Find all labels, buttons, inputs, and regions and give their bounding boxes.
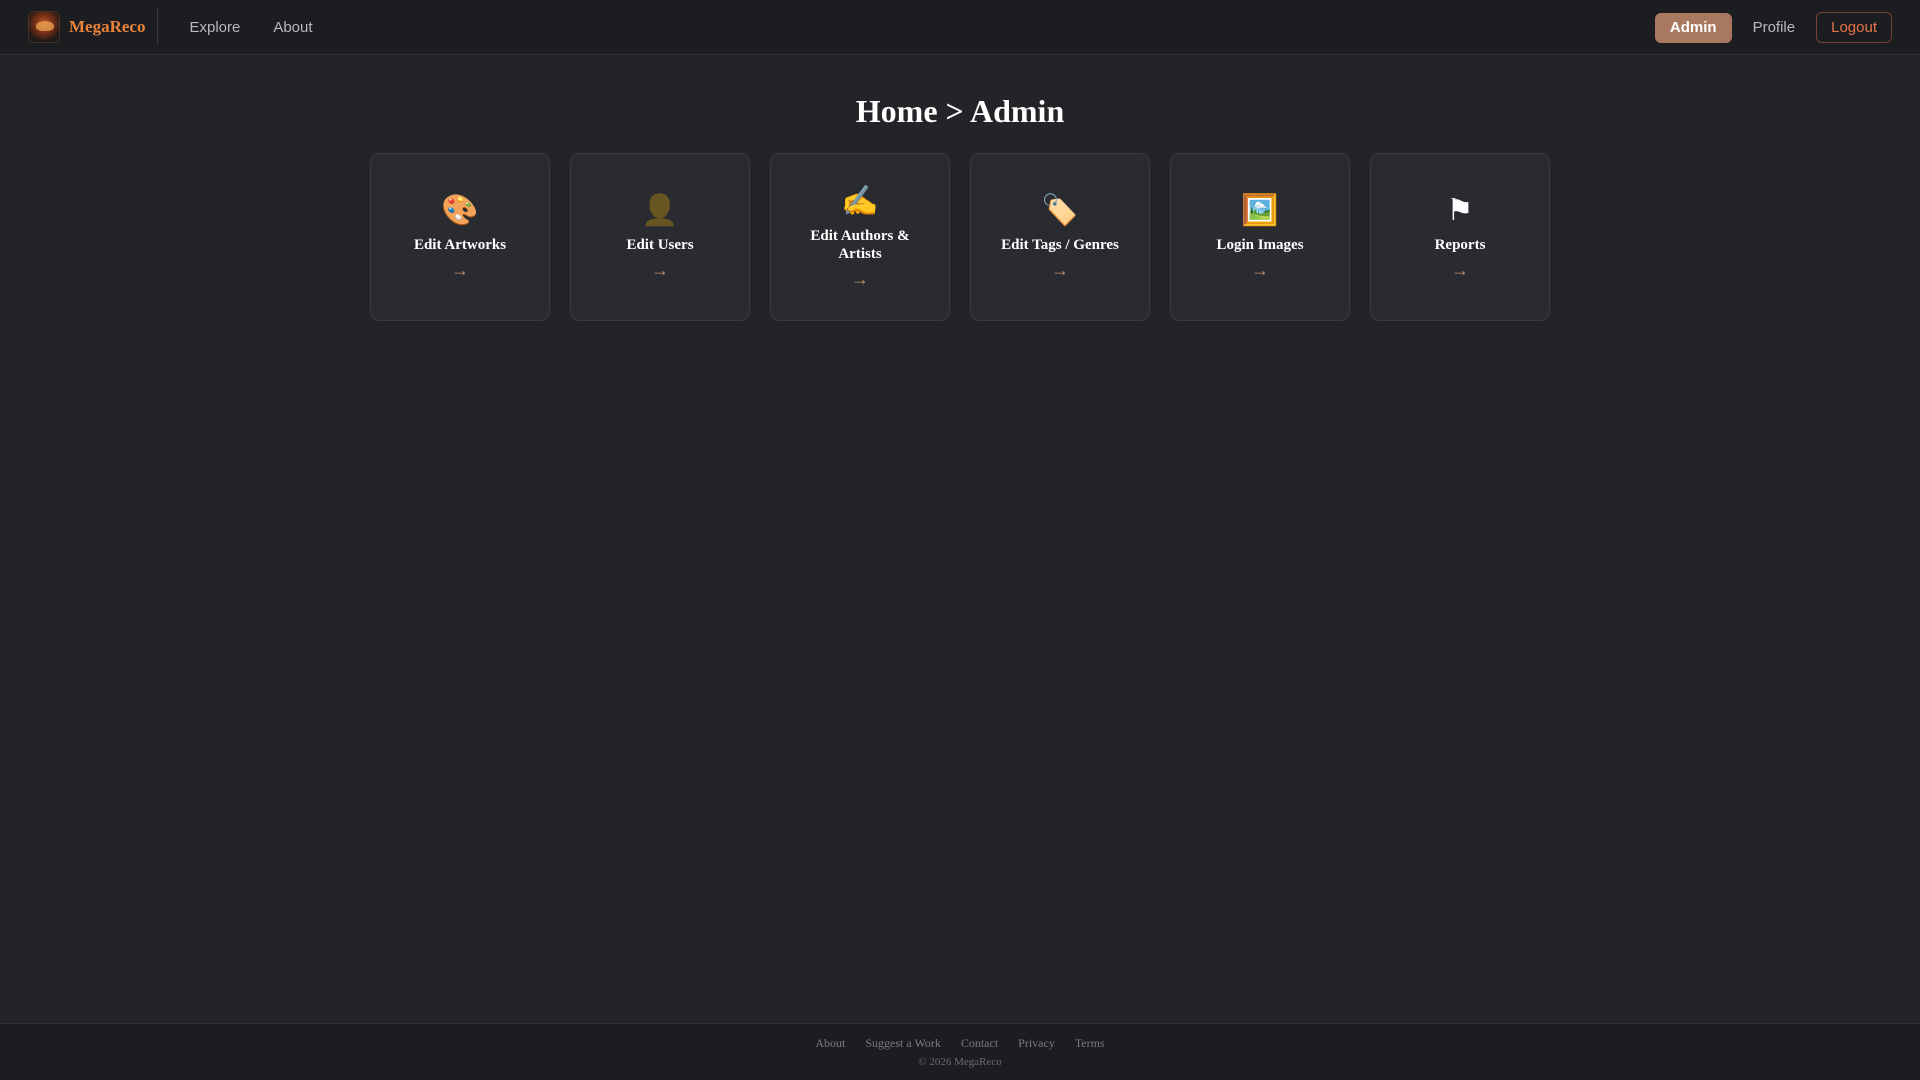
framed-picture-icon: 🖼️ [1241, 193, 1279, 227]
copyright: © 2026 MegaReco [918, 1056, 1002, 1068]
footer-link-privacy[interactable]: Privacy [1018, 1036, 1055, 1051]
nav-about-link[interactable]: About [273, 19, 312, 36]
card-edit-tags-genres[interactable]: 🏷️ Edit Tags / Genres → [970, 153, 1150, 321]
page-title: Home > Admin [855, 93, 1065, 129]
card-label: Edit Tags / Genres [1001, 236, 1119, 253]
card-label: Edit Users [626, 236, 694, 253]
writing-hand-icon: ✍️ [841, 184, 879, 218]
footer-link-terms[interactable]: Terms [1075, 1036, 1105, 1051]
flag-icon: ⚑ [1446, 193, 1474, 227]
card-label: Reports [1434, 236, 1486, 253]
top-navbar: MegaReco Explore About Admin Profile Log… [0, 0, 1920, 55]
card-edit-authors-artists[interactable]: ✍️ Edit Authors & Artists → [770, 153, 950, 321]
card-label: Edit Authors & Artists [810, 227, 910, 262]
arrow-right-icon: → [1251, 259, 1269, 280]
footer-link-contact[interactable]: Contact [961, 1036, 998, 1051]
nav-explore-link[interactable]: Explore [189, 19, 240, 36]
logo-icon[interactable] [28, 11, 60, 43]
footer-link-about[interactable]: About [815, 1036, 845, 1051]
arrow-right-icon: → [1051, 259, 1069, 280]
user-nav: Admin Profile Logout [1654, 0, 1892, 55]
admin-button[interactable]: Admin [1654, 12, 1732, 43]
footer-link-suggest[interactable]: Suggest a Work [865, 1036, 940, 1051]
card-label: Login Images [1216, 236, 1304, 253]
arrow-right-icon: → [1451, 259, 1469, 280]
card-edit-artworks[interactable]: 🎨 Edit Artworks → [370, 153, 550, 321]
profile-link[interactable]: Profile [1753, 19, 1796, 36]
logout-button[interactable]: Logout [1816, 12, 1892, 43]
brand[interactable]: MegaReco [28, 9, 159, 45]
tag-icon: 🏷️ [1041, 193, 1079, 227]
palette-icon: 🎨 [441, 193, 479, 227]
card-login-images[interactable]: 🖼️ Login Images → [1170, 153, 1350, 321]
card-edit-users[interactable]: 👤 Edit Users → [570, 153, 750, 321]
arrow-right-icon: → [451, 259, 469, 280]
card-reports[interactable]: ⚑ Reports → [1370, 153, 1550, 321]
brand-name[interactable]: MegaReco [69, 17, 145, 37]
admin-cards: 🎨 Edit Artworks → 👤 Edit Users → ✍️ Edit… [370, 153, 1550, 321]
footer: About Suggest a Work Contact Privacy Ter… [0, 1023, 1920, 1080]
arrow-right-icon: → [851, 268, 869, 289]
footer-links: About Suggest a Work Contact Privacy Ter… [0, 1036, 1920, 1051]
card-label: Edit Artworks [413, 236, 507, 253]
arrow-right-icon: → [651, 259, 669, 280]
user-silhouette-icon: 👤 [641, 193, 679, 227]
